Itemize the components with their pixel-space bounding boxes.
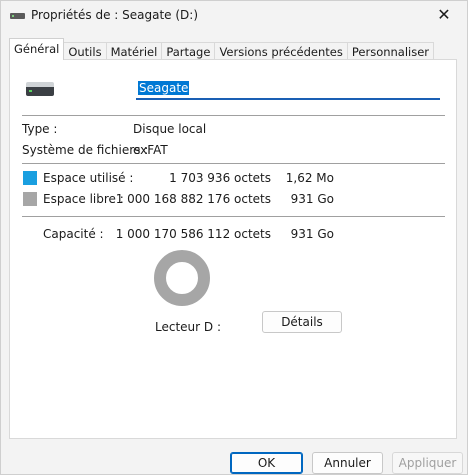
used-space-size: 1,62 Mo bbox=[285, 171, 334, 185]
apply-button[interactable]: Appliquer bbox=[392, 452, 463, 474]
volume-name-input[interactable]: Seagate bbox=[136, 78, 440, 100]
usage-donut-chart bbox=[154, 250, 210, 306]
free-space-size: 931 Go bbox=[290, 192, 334, 206]
divider bbox=[22, 216, 445, 217]
filesystem-label: Système de fichiers : bbox=[22, 143, 149, 157]
general-panel: Seagate Type : Disque local Système de f… bbox=[9, 59, 457, 439]
free-space-ring bbox=[154, 250, 210, 306]
tab-strip: Général Outils Matériel Partage Versions pré… bbox=[9, 38, 435, 62]
used-space-bytes: 1 703 936 octets bbox=[169, 171, 271, 185]
capacity-bytes: 1 000 170 586 112 octets bbox=[115, 227, 271, 241]
filesystem-value: exFAT bbox=[133, 143, 168, 157]
details-button[interactable]: Détails bbox=[262, 311, 342, 333]
free-space-bytes: 1 000 168 882 176 octets bbox=[115, 192, 271, 206]
title-bar: Propriétés de : Seagate (D:) ✕ bbox=[1, 1, 467, 31]
window-title: Propriétés de : Seagate (D:) bbox=[31, 8, 199, 22]
divider bbox=[22, 163, 445, 164]
tab-general[interactable]: Général bbox=[9, 38, 65, 60]
type-value: Disque local bbox=[133, 122, 207, 136]
cancel-button[interactable]: Annuler bbox=[312, 452, 383, 474]
capacity-size: 931 Go bbox=[290, 227, 334, 241]
free-space-swatch bbox=[23, 192, 37, 206]
drive-icon bbox=[10, 13, 25, 19]
hard-drive-icon bbox=[26, 82, 54, 96]
free-space-label: Espace libre : bbox=[43, 192, 124, 206]
capacity-label: Capacité : bbox=[43, 227, 104, 241]
close-button[interactable]: ✕ bbox=[421, 1, 467, 31]
type-label: Type : bbox=[22, 122, 58, 136]
volume-name-text: Seagate bbox=[138, 81, 190, 95]
ok-button[interactable]: OK bbox=[230, 452, 303, 474]
used-space-label: Espace utilisé : bbox=[43, 171, 134, 185]
drive-letter-label: Lecteur D : bbox=[155, 320, 221, 334]
used-space-swatch bbox=[23, 171, 37, 185]
divider bbox=[22, 115, 445, 116]
properties-window: Propriétés de : Seagate (D:) ✕ Général Ou… bbox=[0, 0, 468, 475]
